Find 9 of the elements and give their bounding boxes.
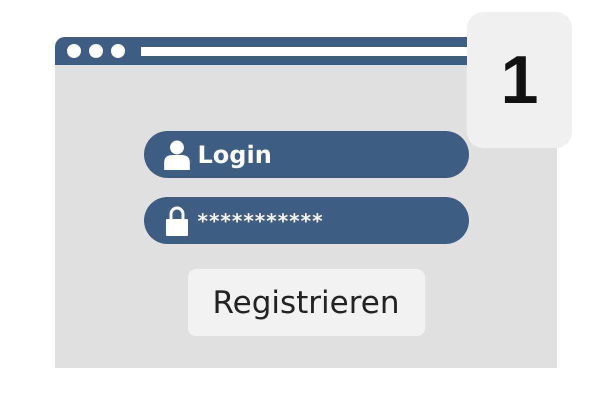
- window-dot-icon: [67, 44, 81, 58]
- lock-icon: [164, 206, 190, 236]
- step-badge: 1: [467, 12, 572, 148]
- window-dot-icon: [111, 44, 125, 58]
- login-field[interactable]: Login: [144, 131, 468, 178]
- user-icon: [164, 140, 190, 170]
- register-button[interactable]: Registrieren: [188, 269, 424, 336]
- window-dot-icon: [89, 44, 103, 58]
- password-field[interactable]: ***********: [144, 197, 468, 244]
